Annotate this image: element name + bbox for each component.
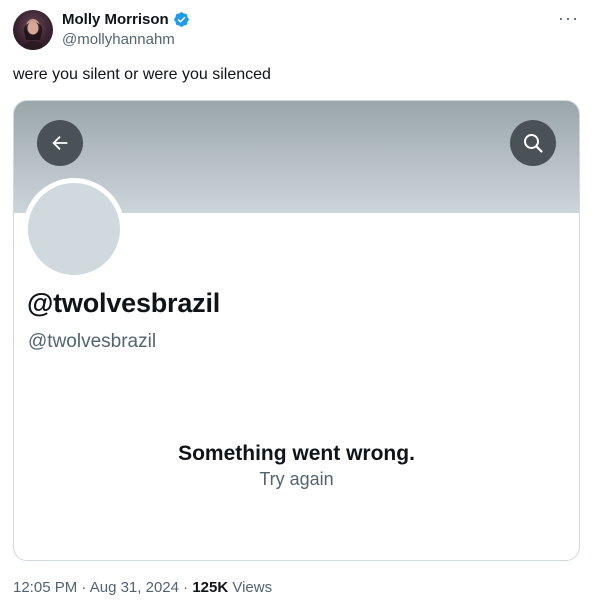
- views-count[interactable]: 125K: [192, 579, 228, 596]
- author-name[interactable]: Molly Morrison: [62, 11, 169, 28]
- meta-separator: ·: [183, 579, 189, 596]
- more-dots-icon[interactable]: ···: [558, 8, 579, 29]
- author-name-row: Molly Morrison: [62, 11, 190, 28]
- author-handle[interactable]: @mollyhannahm: [62, 31, 175, 48]
- profile-avatar-placeholder: [23, 178, 125, 280]
- embedded-screenshot-card[interactable]: @twolvesbrazil @twolvesbrazil Something …: [13, 100, 580, 561]
- tweet-text: were you silent or were you silenced: [13, 66, 271, 83]
- tweet: Molly Morrison @mollyhannahm ··· were yo…: [0, 0, 593, 613]
- search-icon: [510, 120, 556, 166]
- author-avatar[interactable]: [13, 10, 53, 50]
- tweet-time[interactable]: 12:05 PM: [13, 579, 77, 596]
- verified-badge-icon: [173, 11, 190, 28]
- tweet-date[interactable]: Aug 31, 2024: [90, 579, 179, 596]
- profile-display-name: @twolvesbrazil: [27, 288, 221, 318]
- try-again-link: Try again: [259, 469, 334, 489]
- tweet-meta: 12:05 PM · Aug 31, 2024 · 125K Views: [13, 579, 272, 596]
- arrow-left-icon: [37, 120, 83, 166]
- meta-separator: ·: [81, 579, 87, 596]
- error-title: Something went wrong.: [178, 442, 415, 465]
- profile-handle: @twolvesbrazil: [28, 331, 157, 352]
- views-label: Views: [232, 579, 273, 596]
